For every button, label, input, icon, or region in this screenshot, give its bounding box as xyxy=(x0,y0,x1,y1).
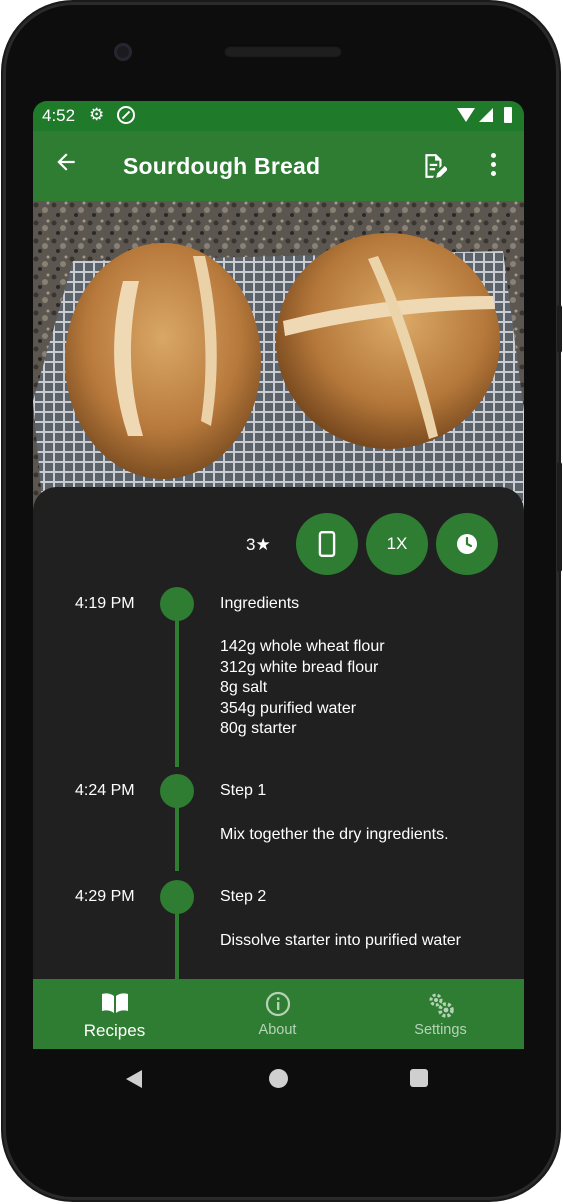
scale-label: 1X xyxy=(386,534,408,553)
nav-recipes[interactable]: Recipes xyxy=(33,979,196,1049)
timeline-dot xyxy=(160,880,194,914)
timeline-connector xyxy=(175,806,179,871)
step-time: 4:19 PM xyxy=(75,595,135,612)
timeline-dot xyxy=(160,774,194,808)
wifi-icon xyxy=(457,108,475,122)
ingredient-line: 354g purified water xyxy=(220,699,357,717)
keep-screen-on-button[interactable] xyxy=(296,513,358,575)
status-time: 4:52 xyxy=(42,106,76,125)
ingredient-line: 8g salt xyxy=(220,679,268,696)
earpiece-speaker xyxy=(224,45,342,57)
step-title: Step 2 xyxy=(220,888,267,905)
timer-button[interactable] xyxy=(436,513,498,575)
step-body: 142g whole wheat flour 312g white bread … xyxy=(220,637,385,740)
cell-signal-icon xyxy=(479,108,493,122)
app-screen: 4:52 ⚙ Sourdough Bread 3★ 1X 4:19 PM Ing… xyxy=(33,101,524,1049)
nav-settings[interactable]: Settings xyxy=(359,979,522,1049)
status-bar: 4:52 ⚙ xyxy=(33,101,524,131)
rating-label: 3★ xyxy=(246,535,271,554)
timeline-connector xyxy=(175,619,179,767)
volume-button xyxy=(557,462,562,572)
step-body: Dissolve starter into purified water xyxy=(220,932,461,949)
book-icon xyxy=(100,991,130,1020)
scale-button[interactable]: 1X xyxy=(366,513,428,575)
clock-icon xyxy=(457,534,477,554)
step-time: 4:24 PM xyxy=(75,782,135,799)
system-home-button[interactable] xyxy=(269,1069,288,1088)
battery-icon xyxy=(504,107,512,123)
step-title: Ingredients xyxy=(220,595,300,612)
nav-label: Settings xyxy=(414,1022,467,1038)
nav-about[interactable]: About xyxy=(196,979,359,1049)
timeline-dot xyxy=(160,587,194,621)
step-title: Step 1 xyxy=(220,782,267,799)
nav-label: About xyxy=(258,1022,297,1038)
page-title: Sourdough Bread xyxy=(123,153,321,179)
power-button xyxy=(557,305,562,353)
ingredient-line: 142g whole wheat flour xyxy=(220,638,385,655)
info-icon xyxy=(265,991,291,1022)
system-recents-button[interactable] xyxy=(410,1069,428,1087)
step-body: Mix together the dry ingredients. xyxy=(220,826,449,843)
system-back-button[interactable] xyxy=(126,1070,142,1088)
nav-label: Recipes xyxy=(83,1021,146,1040)
data-saver-icon xyxy=(117,106,135,124)
ingredient-line: 80g starter xyxy=(220,720,297,737)
recipe-photo xyxy=(33,201,524,511)
ingredient-line: 312g white bread flour xyxy=(220,658,379,676)
timeline-connector xyxy=(175,912,179,987)
front-camera xyxy=(114,43,132,61)
step-time: 4:29 PM xyxy=(75,888,135,905)
bottom-navigation: Recipes About Settings xyxy=(33,979,524,1049)
edit-recipe-icon[interactable] xyxy=(421,152,448,180)
recipe-detail-sheet: 3★ 1X 4:19 PM Ingredients 142g whole whe… xyxy=(33,487,524,987)
settings-gear-icon: ⚙ xyxy=(89,105,105,124)
back-arrow-icon[interactable] xyxy=(53,149,79,181)
top-app-bar: Sourdough Bread xyxy=(33,131,524,201)
phone-icon xyxy=(318,531,336,557)
gears-icon xyxy=(426,991,456,1024)
more-options-icon[interactable] xyxy=(481,153,505,179)
